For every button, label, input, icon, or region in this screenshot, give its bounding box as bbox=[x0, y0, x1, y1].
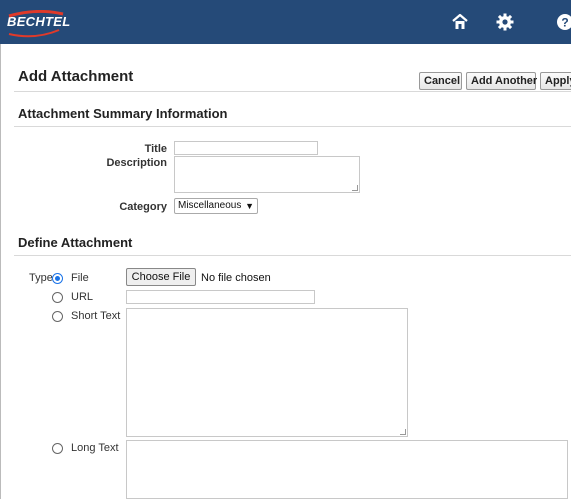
option-long-text-label: Long Text bbox=[71, 442, 119, 454]
title-input[interactable] bbox=[174, 141, 318, 155]
top-banner: BECHTEL ? bbox=[0, 0, 571, 44]
summary-divider bbox=[14, 126, 571, 127]
title-divider bbox=[14, 91, 571, 92]
radio-short-text[interactable] bbox=[52, 311, 63, 322]
category-label: Category bbox=[119, 201, 167, 213]
chevron-down-icon: ▼ bbox=[245, 201, 254, 211]
radio-url[interactable] bbox=[52, 292, 63, 303]
radio-long-text[interactable] bbox=[52, 443, 63, 454]
no-file-text: No file chosen bbox=[201, 272, 271, 284]
option-url-label: URL bbox=[71, 291, 94, 303]
gear-icon[interactable] bbox=[495, 12, 515, 32]
description-textarea[interactable] bbox=[174, 156, 360, 193]
short-text-textarea[interactable] bbox=[126, 308, 408, 437]
apply-button[interactable]: Apply bbox=[540, 72, 571, 90]
cancel-button[interactable]: Cancel bbox=[419, 72, 462, 90]
define-divider bbox=[14, 255, 571, 256]
type-label: Type bbox=[29, 272, 53, 284]
url-input[interactable] bbox=[126, 290, 315, 304]
category-selected-value: Miscellaneous bbox=[178, 200, 242, 211]
radio-file[interactable] bbox=[52, 273, 63, 284]
option-file-label: File bbox=[71, 272, 89, 284]
svg-text:?: ? bbox=[561, 16, 568, 30]
category-select[interactable]: Miscellaneous ▼ bbox=[174, 198, 258, 214]
long-text-textarea[interactable] bbox=[126, 440, 568, 499]
home-icon[interactable] bbox=[450, 12, 470, 32]
summary-heading: Attachment Summary Information bbox=[18, 106, 228, 121]
help-icon[interactable]: ? bbox=[555, 12, 571, 32]
description-label: Description bbox=[106, 157, 167, 169]
choose-file-button[interactable]: Choose File bbox=[126, 268, 196, 286]
bechtel-logo: BECHTEL bbox=[7, 10, 70, 38]
page-title: Add Attachment bbox=[18, 68, 134, 85]
resize-handle-icon[interactable] bbox=[352, 185, 358, 191]
add-another-button[interactable]: Add Another bbox=[466, 72, 537, 90]
title-label: Title bbox=[144, 143, 167, 155]
resize-handle-icon[interactable] bbox=[400, 429, 406, 435]
option-short-text-label: Short Text bbox=[71, 310, 121, 322]
define-heading: Define Attachment bbox=[18, 235, 133, 250]
logo-swoosh bbox=[8, 10, 64, 38]
